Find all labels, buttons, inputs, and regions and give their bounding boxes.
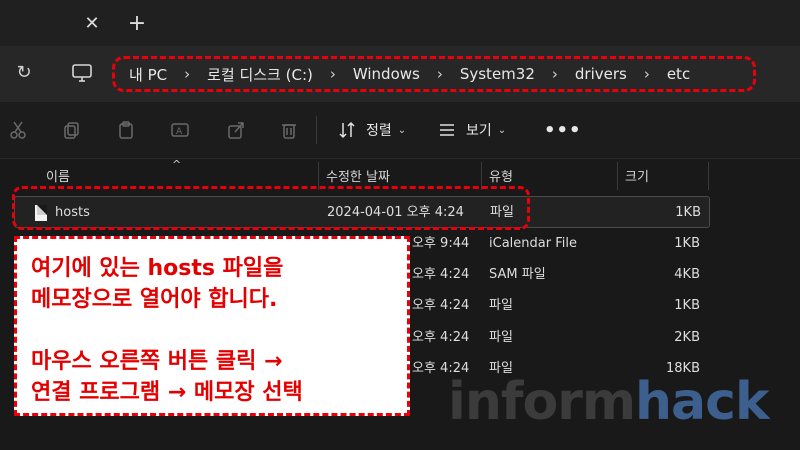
- file-type: iCalendar File: [489, 236, 577, 251]
- file-date: 오후 4:24: [412, 330, 470, 345]
- sort-label: 정렬: [366, 123, 392, 139]
- callout-line: 마우스 오른쪽 버튼 클릭 →: [31, 349, 283, 374]
- callout-line: 연결 프로그램 → 메모장 선택: [31, 380, 303, 405]
- file-size: 1KB: [674, 236, 700, 251]
- file-size: 2KB: [674, 330, 700, 345]
- watermark-part: hack: [635, 372, 770, 432]
- column-header-size[interactable]: 크기: [625, 166, 649, 185]
- view-list-icon: [440, 124, 454, 136]
- file-date: 오후 4:24: [412, 298, 470, 313]
- sort-icon: [339, 121, 355, 139]
- chevron-down-icon: ⌄: [397, 124, 407, 136]
- column-divider[interactable]: [708, 162, 709, 190]
- command-bar: A 정렬 ⌄ 보기 ⌄ •••: [0, 102, 800, 159]
- view-label: 보기: [466, 123, 492, 139]
- chevron-down-icon: ⌄: [497, 124, 507, 136]
- view-button[interactable]: 보기 ⌄: [438, 118, 506, 142]
- callout-line: 메모장으로 열어야 합니다.: [31, 287, 278, 312]
- watermark-logo: informhack: [448, 372, 770, 432]
- more-options-icon[interactable]: •••: [544, 120, 582, 141]
- delete-icon[interactable]: [279, 120, 299, 140]
- watermark-part: inform: [448, 372, 636, 432]
- refresh-icon[interactable]: ↻: [14, 63, 34, 83]
- column-header-type[interactable]: 유형: [489, 166, 513, 185]
- rename-icon[interactable]: A: [170, 120, 190, 140]
- column-header-name[interactable]: 이름: [46, 166, 70, 185]
- column-divider[interactable]: [617, 162, 618, 190]
- close-tab-icon[interactable]: ✕: [84, 15, 100, 33]
- hosts-highlight-box: [12, 186, 530, 230]
- new-tab-icon[interactable]: +: [127, 13, 147, 35]
- file-type: 파일: [489, 330, 513, 345]
- computer-icon[interactable]: [71, 62, 93, 84]
- sort-ascending-icon: ^: [172, 158, 182, 171]
- address-highlight-box: [112, 56, 756, 92]
- file-type: 파일: [489, 298, 513, 313]
- callout-spacer: [31, 315, 393, 346]
- file-size: 4KB: [674, 267, 700, 282]
- paste-icon[interactable]: [116, 120, 136, 140]
- file-type: SAM 파일: [489, 267, 546, 282]
- instruction-callout: 여기에 있는 hosts 파일을 메모장으로 열어야 합니다. 마우스 오른쪽 …: [14, 236, 410, 416]
- file-size: 1KB: [674, 298, 700, 313]
- title-bar: ✕ +: [0, 0, 800, 46]
- column-header-date[interactable]: 수정한 날짜: [326, 166, 390, 185]
- file-date: 오후 4:24: [412, 267, 470, 282]
- sort-button[interactable]: 정렬 ⌄: [338, 118, 406, 142]
- toolbar-divider: [316, 116, 317, 144]
- svg-text:A: A: [176, 127, 183, 137]
- file-size: 1KB: [675, 205, 701, 220]
- callout-line: 여기에 있는 hosts 파일을: [31, 256, 284, 281]
- cut-icon[interactable]: [8, 120, 28, 140]
- copy-icon[interactable]: [62, 120, 82, 140]
- file-date: 오후 9:44: [412, 236, 470, 251]
- share-icon[interactable]: [226, 120, 246, 140]
